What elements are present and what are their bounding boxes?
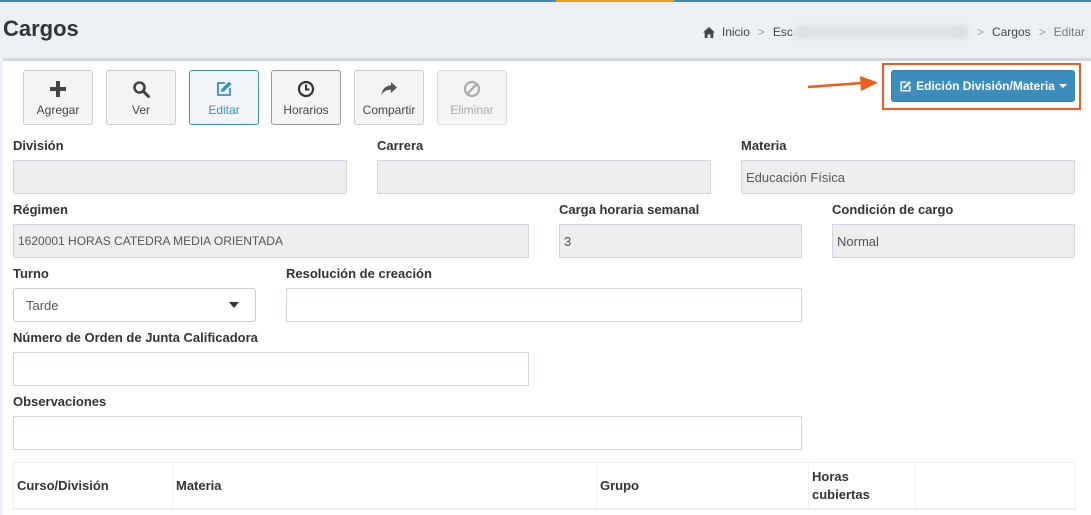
carga-label: Carga horaria semanal [559, 202, 700, 217]
breadcrumb-separator: > [976, 25, 984, 39]
carga-horaria-field: 3 [559, 224, 802, 258]
resolucion-label: Resolución de creación [286, 266, 432, 281]
edit-icon [217, 81, 232, 96]
observaciones-label: Observaciones [13, 394, 107, 409]
breadcrumb-home[interactable]: Inicio [722, 25, 750, 39]
view-button[interactable]: Ver [106, 70, 176, 125]
view-button-label: Ver [131, 103, 150, 117]
delete-button[interactable]: Eliminar [437, 70, 507, 125]
column-header-curso: Curso/División [14, 463, 173, 509]
add-button[interactable]: Agregar [23, 70, 93, 125]
share-button-label: Compartir [362, 103, 416, 117]
clock-icon [297, 80, 315, 98]
ban-icon [463, 80, 481, 98]
breadcrumb-separator: > [757, 25, 765, 39]
annotation-arrow-icon [807, 76, 878, 91]
materia-label: Materia [741, 138, 787, 153]
carrera-field [377, 160, 711, 194]
orden-input[interactable] [13, 352, 529, 386]
edit-division-materia-dropdown[interactable]: Edición División/Materia [891, 70, 1075, 102]
share-icon [381, 82, 397, 95]
column-header-horas: Horas cubiertas [809, 463, 916, 509]
breadcrumb-current: Editar [1053, 25, 1085, 39]
column-header-materia: Materia [173, 463, 597, 509]
schedules-button[interactable]: Horarios [271, 70, 341, 125]
division-field [13, 160, 347, 194]
turno-label: Turno [13, 266, 49, 281]
dropdown-label: Edición División/Materia [916, 79, 1055, 93]
top-border [0, 0, 1091, 2]
caret-down-icon [229, 302, 239, 308]
schedules-button-label: Horarios [283, 103, 329, 117]
regimen-label: Régimen [13, 202, 68, 217]
regimen-field: 1620001 HORAS CATEDRA MEDIA ORIENTADA [13, 224, 529, 258]
breadcrumb-cargos[interactable]: Cargos [992, 25, 1031, 39]
plus-icon [50, 81, 66, 97]
turno-select[interactable]: Tarde [13, 288, 256, 322]
resolucion-input[interactable] [286, 288, 802, 322]
caret-down-icon [1058, 84, 1067, 88]
condicion-label: Condición de cargo [832, 202, 954, 217]
edit-button-label: Editar [208, 103, 240, 117]
column-header-grupo: Grupo [597, 463, 809, 509]
division-label: División [13, 138, 64, 153]
edit-icon [900, 80, 912, 92]
breadcrumb: Inicio > Esc > Cargos > Editar [702, 25, 1085, 39]
breadcrumb-separator: > [1038, 25, 1046, 39]
observaciones-input[interactable] [13, 416, 802, 450]
delete-button-label: Eliminar [450, 103, 494, 117]
orden-label: Número de Orden de Junta Calificadora [13, 330, 258, 345]
carrera-label: Carrera [377, 138, 424, 153]
add-button-label: Agregar [36, 103, 80, 117]
share-button[interactable]: Compartir [354, 70, 424, 125]
turno-selected-value: Tarde [26, 297, 59, 313]
column-header-actions [916, 463, 1075, 509]
active-nav-indicator [556, 0, 674, 2]
edit-button[interactable]: Editar [189, 70, 259, 125]
materia-field: Educación Física [741, 160, 1075, 194]
condicion-field: Normal [832, 224, 1075, 258]
home-icon [702, 26, 715, 38]
search-icon [133, 81, 150, 98]
redacted-text [793, 25, 969, 39]
table-header: Curso/División Materia Grupo Horas cubie… [13, 462, 1076, 510]
breadcrumb-school[interactable]: Esc [773, 25, 793, 39]
page-title: Cargos [3, 16, 79, 41]
